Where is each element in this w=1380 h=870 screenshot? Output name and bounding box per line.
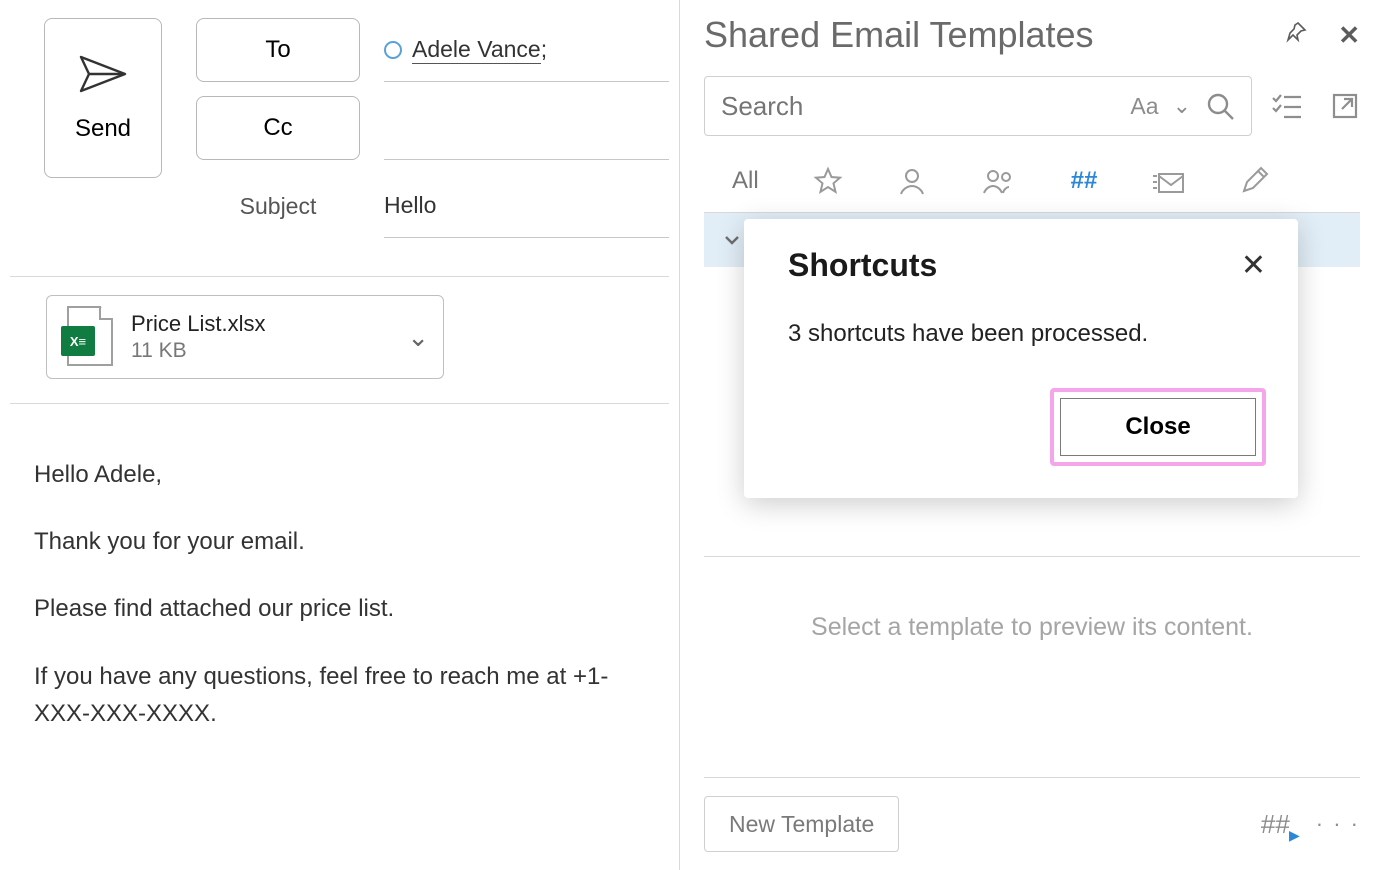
presence-icon bbox=[384, 41, 402, 59]
category-tabs: All ## bbox=[704, 166, 1360, 196]
tab-mail-icon[interactable] bbox=[1151, 166, 1185, 196]
to-suffix: ; bbox=[541, 36, 547, 63]
subject-field[interactable]: Hello bbox=[384, 174, 669, 238]
chevron-down-icon bbox=[722, 230, 742, 250]
tab-all[interactable]: All bbox=[732, 167, 759, 195]
search-box[interactable]: Aa ⌄ bbox=[704, 76, 1252, 136]
dialog-message: 3 shortcuts have been processed. bbox=[788, 320, 1266, 348]
cc-field[interactable] bbox=[384, 96, 669, 160]
search-icon[interactable] bbox=[1205, 91, 1235, 121]
send-label: Send bbox=[75, 115, 131, 143]
close-panel-icon[interactable]: ✕ bbox=[1338, 20, 1360, 51]
cc-button[interactable]: Cc bbox=[196, 96, 360, 160]
attachment-chip[interactable]: X≡ Price List.xlsx 11 KB ⌄ bbox=[46, 295, 444, 379]
dialog-close-icon[interactable]: ✕ bbox=[1241, 248, 1266, 283]
new-template-button[interactable]: New Template bbox=[704, 796, 899, 852]
text-case-toggle[interactable]: Aa bbox=[1130, 93, 1158, 120]
checklist-icon[interactable] bbox=[1270, 91, 1304, 121]
attachment-name: Price List.xlsx bbox=[131, 311, 389, 337]
more-menu-icon[interactable]: · · · bbox=[1316, 811, 1360, 837]
search-input[interactable] bbox=[721, 91, 1116, 122]
pin-icon[interactable] bbox=[1284, 20, 1308, 44]
dialog-title: Shortcuts bbox=[788, 247, 937, 284]
open-external-icon[interactable] bbox=[1330, 91, 1360, 121]
tab-favorites-star-icon[interactable] bbox=[813, 166, 843, 196]
email-body[interactable]: Hello Adele, Thank you for your email. P… bbox=[10, 422, 669, 732]
subject-label: Subject bbox=[196, 193, 360, 220]
search-options-chevron-icon[interactable]: ⌄ bbox=[1173, 93, 1191, 119]
excel-file-icon: X≡ bbox=[61, 306, 113, 368]
compose-pane: Send To Adele Vance; Cc Subject Hello bbox=[0, 0, 680, 870]
body-line: Thank you for your email. bbox=[34, 523, 645, 560]
subject-value: Hello bbox=[384, 192, 436, 219]
attachment-size: 11 KB bbox=[131, 339, 389, 363]
close-button-highlight: Close bbox=[1050, 388, 1266, 466]
to-field[interactable]: Adele Vance; bbox=[384, 18, 669, 82]
attachment-menu-chevron-icon[interactable]: ⌄ bbox=[407, 322, 429, 353]
send-icon bbox=[79, 53, 127, 95]
templates-panel: Shared Email Templates ✕ Aa ⌄ All ## Sel… bbox=[680, 0, 1380, 870]
tab-shortcuts-hash-icon[interactable]: ## bbox=[1071, 167, 1098, 195]
shortcuts-dialog: Shortcuts ✕ 3 shortcuts have been proces… bbox=[744, 219, 1298, 498]
send-button[interactable]: Send bbox=[44, 18, 162, 178]
dialog-close-button[interactable]: Close bbox=[1060, 398, 1256, 456]
to-button[interactable]: To bbox=[196, 18, 360, 82]
panel-title: Shared Email Templates bbox=[704, 14, 1094, 56]
tab-edit-pencil-icon[interactable] bbox=[1239, 166, 1269, 196]
tab-team-people-icon[interactable] bbox=[981, 166, 1017, 196]
to-recipient[interactable]: Adele Vance bbox=[412, 36, 541, 64]
tab-personal-person-icon[interactable] bbox=[897, 166, 927, 196]
preview-placeholder: Select a template to preview its content… bbox=[704, 557, 1360, 702]
body-line: If you have any questions, feel free to … bbox=[34, 658, 645, 732]
run-shortcuts-icon[interactable]: ##▶ bbox=[1261, 809, 1290, 840]
body-line: Please find attached our price list. bbox=[34, 590, 645, 627]
body-line: Hello Adele, bbox=[34, 456, 645, 493]
